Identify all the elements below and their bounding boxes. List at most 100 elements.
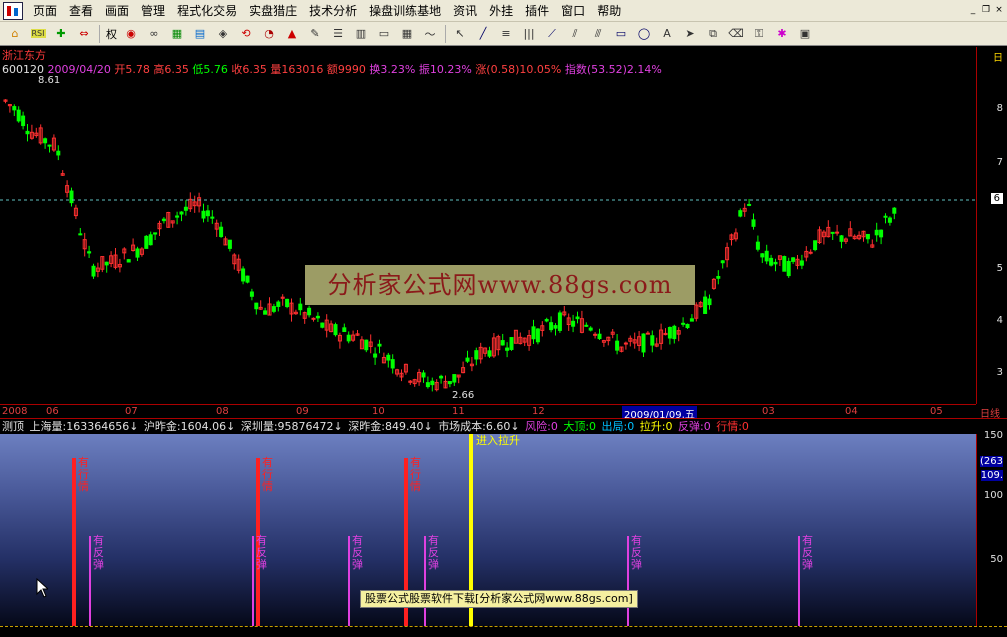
candle-body [755, 241, 760, 250]
candle-body [879, 229, 884, 238]
menu-program-trading[interactable]: 程式化交易 [171, 0, 243, 22]
price-tick-current: 6 [990, 193, 1003, 204]
layout-icon[interactable]: ▥ [350, 24, 372, 44]
candle-body [227, 239, 232, 249]
candle-body [615, 340, 620, 351]
glasses-icon[interactable]: ∞ [143, 24, 165, 44]
quote-amount: 额9990 [326, 63, 366, 76]
chart-icon[interactable]: ▤ [189, 24, 211, 44]
menu-view[interactable]: 查看 [63, 0, 99, 22]
rebound-signal-bar [252, 536, 254, 626]
menu-manage[interactable]: 管理 [135, 0, 171, 22]
candle-body [452, 374, 457, 383]
level-icon[interactable]: ≡ [495, 24, 517, 44]
circle-icon[interactable]: ◉ [120, 24, 142, 44]
table-icon[interactable]: ▦ [396, 24, 418, 44]
eraser-icon[interactable]: ⌫ [725, 24, 747, 44]
date-tick: 2008 [2, 406, 28, 417]
quote-amplitude: 振10.23% [418, 63, 472, 76]
menu-plugins[interactable]: 插件 [519, 0, 555, 22]
copy-icon[interactable]: ⧉ [702, 24, 724, 44]
menu-hunt[interactable]: 实盘猎庄 [243, 0, 303, 22]
menu-plugins-external[interactable]: 外挂 [483, 0, 519, 22]
arrow-icon[interactable]: ➤ [679, 24, 701, 44]
lock-icon[interactable]: ⚿ [748, 24, 770, 44]
candle-body [298, 303, 303, 311]
ticker-icon[interactable]: ⟲ [235, 24, 257, 44]
menu-training[interactable]: 操盘训练基地 [363, 0, 447, 22]
parallel-icon[interactable]: ⫽ [564, 24, 586, 44]
color-icon[interactable]: ✱ [771, 24, 793, 44]
cube-icon[interactable]: ◈ [212, 24, 234, 44]
indicator-item: 市场成本:6.60↓ [438, 420, 520, 433]
channel-icon[interactable]: ⫻ [587, 24, 609, 44]
rect-icon[interactable]: ▭ [610, 24, 632, 44]
vertical-lines-icon[interactable]: ||| [518, 24, 540, 44]
candle-body [346, 334, 351, 342]
menu-technical-analysis[interactable]: 技术分析 [303, 0, 363, 22]
candle-body [738, 210, 743, 217]
window-icon[interactable]: ▭ [373, 24, 395, 44]
indicator-tick: 150 [983, 430, 1003, 441]
restore-icon[interactable]: ❐ [980, 3, 992, 17]
close-icon[interactable]: × [993, 3, 1005, 17]
menu-window[interactable]: 窗口 [555, 0, 591, 22]
app-logo-icon[interactable] [3, 1, 23, 20]
candle-body [271, 306, 276, 312]
menu-help[interactable]: 帮助 [591, 0, 627, 22]
candle-body [219, 226, 224, 238]
candle-body [144, 235, 149, 249]
candle-body [707, 298, 712, 306]
fan-icon[interactable]: ⟋ [541, 24, 563, 44]
quote-volume: 量163016 [270, 63, 324, 76]
candle-body [760, 253, 765, 258]
candle-body [425, 382, 430, 388]
indicator-item: 沪昨金:1604.06↓ [143, 420, 236, 433]
ellipse-icon[interactable]: ◯ [633, 24, 655, 44]
candle-body [769, 257, 774, 266]
indicator-item: 行情:0 [716, 420, 749, 433]
candle-body [799, 260, 804, 266]
candle-body [249, 291, 254, 297]
save-icon[interactable]: ▣ [794, 24, 816, 44]
text-icon[interactable]: A [656, 24, 678, 44]
high-price-marker: 8.61 [38, 75, 61, 86]
minimize-icon[interactable]: _ [967, 3, 979, 17]
line-chart-icon[interactable]: 〜 [419, 24, 441, 44]
bell-icon[interactable]: ◔ [258, 24, 280, 44]
menu-page[interactable]: 页面 [27, 0, 63, 22]
home-icon[interactable]: ⌂ [4, 24, 26, 44]
candle-body [364, 339, 369, 351]
move-icon[interactable]: ✚ [50, 24, 72, 44]
indicator-name[interactable]: 测顶 [2, 420, 24, 433]
cursor-icon[interactable]: ↖ [449, 24, 471, 44]
candle-body [623, 342, 628, 345]
candle-body [588, 327, 593, 331]
pen-icon[interactable]: ✎ [304, 24, 326, 44]
rsi-icon[interactable]: RSI [27, 24, 49, 44]
quote-line: 600120 2009/04/20 开5.78 高6.35 低5.76 收6.3… [2, 61, 662, 77]
price-tick: 5 [996, 263, 1003, 274]
menu-screen[interactable]: 画面 [99, 0, 135, 22]
alert-icon[interactable]: ▲ [281, 24, 303, 44]
grid-icon[interactable]: ☰ [327, 24, 349, 44]
candlestick-chart[interactable]: 浙江东方 600120 2009/04/20 开5.78 高6.35 低5.76… [0, 47, 1007, 404]
status-bar [0, 626, 1007, 637]
candle-body [69, 190, 74, 204]
candle-body [791, 257, 796, 262]
rights-dropdown[interactable]: 权 [103, 26, 120, 42]
candle-body [505, 347, 510, 351]
arrows-icon[interactable]: ⇔ [73, 24, 95, 44]
candle-body [421, 372, 426, 378]
toolbar: ⌂ RSI ✚ ⇔ 权 ◉ ∞ ▦ ▤ ◈ ⟲ ◔ ▲ ✎ ☰ ▥ ▭ ▦ 〜 … [0, 22, 1007, 46]
candle-body [571, 320, 576, 327]
rebound-signal-label: 有反弹 [631, 533, 642, 571]
line-tool-icon[interactable]: ╱ [472, 24, 494, 44]
stocks-icon[interactable]: ▦ [166, 24, 188, 44]
candle-body [500, 340, 505, 346]
candle-body [386, 354, 391, 361]
candle-body [342, 327, 347, 333]
candle-body [553, 325, 558, 329]
quote-index: 指数(53.52)2.14% [564, 63, 662, 76]
menu-news[interactable]: 资讯 [447, 0, 483, 22]
